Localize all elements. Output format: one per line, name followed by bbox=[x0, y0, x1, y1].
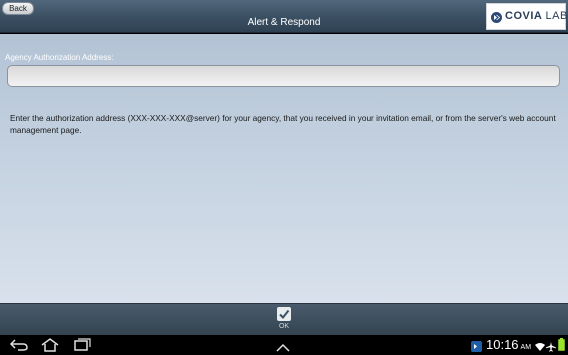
title-bar: Back Alert & Respond COVIA LABS bbox=[0, 0, 568, 33]
recent-apps-icon[interactable] bbox=[74, 338, 92, 355]
back-icon[interactable] bbox=[9, 338, 29, 355]
ok-button[interactable]: OK bbox=[272, 306, 296, 334]
wifi-icon bbox=[535, 339, 545, 355]
logo-text: COVIA LABS bbox=[505, 10, 568, 22]
authorization-address-input[interactable] bbox=[7, 65, 560, 87]
system-navigation-bar: 10:16 AM bbox=[0, 335, 568, 355]
home-icon[interactable] bbox=[40, 338, 60, 355]
clock: 10:16 AM bbox=[486, 337, 531, 352]
app-notification-icon[interactable] bbox=[471, 339, 482, 355]
checkmark-icon bbox=[277, 307, 291, 321]
clock-ampm: AM bbox=[520, 344, 532, 351]
authorization-address-label: Agency Authorization Address: bbox=[5, 53, 114, 62]
action-bar: OK bbox=[0, 303, 568, 335]
clock-time: 10:16 bbox=[486, 337, 519, 352]
logo-text-bold: COVIA bbox=[505, 10, 542, 22]
main-content: Agency Authorization Address: Enter the … bbox=[0, 34, 568, 303]
up-chevron-icon[interactable] bbox=[275, 340, 291, 355]
covia-logo-icon bbox=[491, 12, 502, 23]
help-text: Enter the authorization address (XXX-XXX… bbox=[10, 113, 556, 135]
page-title: Alert & Respond bbox=[247, 17, 321, 28]
covia-labs-logo: COVIA LABS bbox=[486, 3, 568, 30]
airplane-icon bbox=[546, 339, 556, 355]
ok-label: OK bbox=[278, 323, 290, 330]
battery-icon bbox=[558, 338, 565, 355]
logo-text-thin: LABS bbox=[545, 10, 568, 22]
